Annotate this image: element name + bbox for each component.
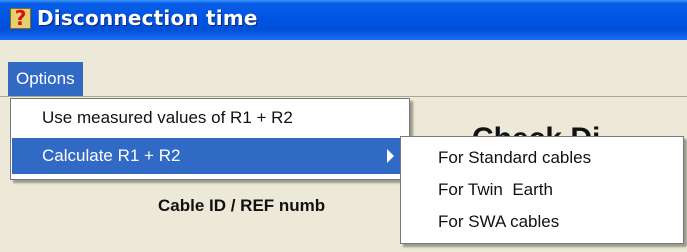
app-icon-glyph: ?	[14, 6, 27, 30]
menu-bar	[0, 62, 687, 96]
submenu-item-label: For SWA cables	[438, 212, 560, 231]
options-dropdown-menu: Use measured values of R1 + R2 Calculate…	[10, 98, 410, 180]
calculate-submenu: For Standard cables For Twin Earth For S…	[400, 136, 684, 244]
window-title: Disconnection time	[37, 6, 258, 30]
title-bar[interactable]: ? Disconnection time	[0, 0, 687, 40]
submenu-item-swa-cables[interactable]: For SWA cables	[402, 207, 682, 237]
submenu-item-label: For Twin Earth	[438, 180, 553, 199]
cable-id-label: Cable ID / REF numb	[158, 196, 326, 215]
menu-item-label: Use measured values of R1 + R2	[42, 108, 293, 127]
menu-item-use-measured-values[interactable]: Use measured values of R1 + R2	[12, 100, 408, 136]
submenu-item-twin-earth[interactable]: For Twin Earth	[402, 175, 682, 205]
menu-divider	[0, 96, 687, 97]
submenu-item-label: For Standard cables	[438, 148, 592, 167]
menu-item-label: Calculate R1 + R2	[42, 146, 181, 165]
submenu-arrow-icon	[387, 149, 394, 163]
question-mark-app-icon[interactable]: ?	[10, 6, 31, 30]
submenu-item-standard-cables[interactable]: For Standard cables	[402, 143, 682, 173]
menu-item-calculate-r1-r2[interactable]: Calculate R1 + R2	[12, 138, 408, 174]
menu-options[interactable]: Options	[8, 62, 83, 96]
